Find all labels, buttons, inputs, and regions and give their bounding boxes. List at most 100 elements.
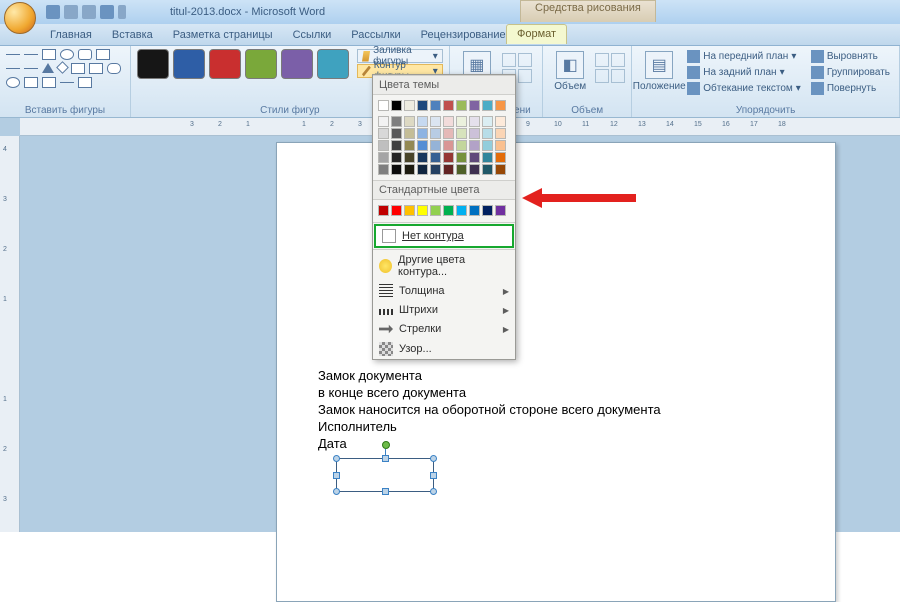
send-to-back-button[interactable]: На задний план ▾ bbox=[684, 65, 804, 80]
resize-handle-ne[interactable] bbox=[430, 455, 437, 462]
shape-star-icon[interactable] bbox=[42, 77, 56, 88]
resize-handle-w[interactable] bbox=[333, 472, 340, 479]
align-button[interactable]: Выровнять bbox=[808, 49, 893, 64]
shape-cloud-icon[interactable] bbox=[107, 63, 121, 74]
more-outline-colors-item[interactable]: Другие цвета контура... bbox=[373, 251, 515, 281]
color-swatch[interactable] bbox=[456, 100, 467, 111]
shadow-nudge-up-icon[interactable] bbox=[502, 53, 516, 67]
bring-to-front-button[interactable]: На передний план ▾ bbox=[684, 49, 804, 64]
shape-diamond-icon[interactable] bbox=[56, 61, 69, 74]
color-swatch[interactable] bbox=[443, 140, 454, 151]
shapes-gallery[interactable] bbox=[6, 49, 124, 88]
color-swatch[interactable] bbox=[378, 164, 389, 175]
color-swatch[interactable] bbox=[391, 152, 402, 163]
3d-tilt-left-icon[interactable] bbox=[595, 69, 609, 83]
color-swatch[interactable] bbox=[469, 100, 480, 111]
color-swatch[interactable] bbox=[430, 116, 441, 127]
color-swatch[interactable] bbox=[391, 128, 402, 139]
color-swatch[interactable] bbox=[482, 205, 493, 216]
color-swatch[interactable] bbox=[417, 116, 428, 127]
color-swatch[interactable] bbox=[378, 128, 389, 139]
weight-item[interactable]: Толщина ▶ bbox=[373, 281, 515, 301]
color-swatch[interactable] bbox=[430, 100, 441, 111]
color-swatch[interactable] bbox=[495, 205, 506, 216]
style-swatch[interactable] bbox=[137, 49, 169, 79]
shape-elbow-icon[interactable] bbox=[24, 68, 38, 69]
color-swatch[interactable] bbox=[430, 205, 441, 216]
color-swatch[interactable] bbox=[417, 152, 428, 163]
3d-tilt-down-icon[interactable] bbox=[611, 53, 625, 67]
resize-handle-sw[interactable] bbox=[333, 488, 340, 495]
color-swatch[interactable] bbox=[378, 140, 389, 151]
shape-rect-icon[interactable] bbox=[42, 49, 56, 60]
redo-icon[interactable] bbox=[82, 5, 96, 19]
tab-format[interactable]: Формат bbox=[506, 24, 567, 44]
color-swatch[interactable] bbox=[482, 164, 493, 175]
color-swatch[interactable] bbox=[430, 140, 441, 151]
vertical-ruler[interactable]: 4321123 bbox=[0, 136, 20, 532]
color-swatch[interactable] bbox=[469, 164, 480, 175]
color-swatch[interactable] bbox=[404, 140, 415, 151]
color-swatch[interactable] bbox=[404, 152, 415, 163]
color-swatch[interactable] bbox=[495, 164, 506, 175]
color-swatch[interactable] bbox=[404, 205, 415, 216]
qat-more-icon[interactable] bbox=[118, 5, 126, 19]
3d-effects-button[interactable]: ◧ Объем bbox=[549, 49, 591, 94]
style-swatch[interactable] bbox=[281, 49, 313, 79]
tab-references[interactable]: Ссылки bbox=[283, 26, 342, 45]
document-text[interactable]: Замок документа в конце всего документа … bbox=[318, 368, 661, 452]
color-swatch[interactable] bbox=[482, 116, 493, 127]
color-swatch[interactable] bbox=[430, 128, 441, 139]
color-swatch[interactable] bbox=[456, 140, 467, 151]
color-swatch[interactable] bbox=[443, 205, 454, 216]
color-swatch[interactable] bbox=[482, 128, 493, 139]
rotation-handle[interactable] bbox=[382, 441, 390, 449]
color-swatch[interactable] bbox=[417, 128, 428, 139]
tab-review[interactable]: Рецензирование bbox=[411, 26, 516, 45]
style-swatch[interactable] bbox=[245, 49, 277, 79]
color-swatch[interactable] bbox=[469, 205, 480, 216]
color-swatch[interactable] bbox=[456, 128, 467, 139]
color-swatch[interactable] bbox=[404, 116, 415, 127]
3d-tilt-up-icon[interactable] bbox=[595, 53, 609, 67]
color-swatch[interactable] bbox=[456, 205, 467, 216]
rotate-button[interactable]: Повернуть bbox=[808, 81, 893, 96]
group-button[interactable]: Группировать bbox=[808, 65, 893, 80]
tab-insert[interactable]: Вставка bbox=[102, 26, 163, 45]
shape-curve-icon[interactable] bbox=[60, 82, 74, 83]
arrows-item[interactable]: Стрелки ▶ bbox=[373, 319, 515, 339]
color-swatch[interactable] bbox=[417, 100, 428, 111]
color-swatch[interactable] bbox=[443, 164, 454, 175]
undo-icon[interactable] bbox=[64, 5, 78, 19]
color-swatch[interactable] bbox=[404, 128, 415, 139]
shape-line-icon[interactable] bbox=[6, 54, 20, 55]
resize-handle-s[interactable] bbox=[382, 488, 389, 495]
color-swatch[interactable] bbox=[469, 152, 480, 163]
color-swatch[interactable] bbox=[417, 164, 428, 175]
color-swatch[interactable] bbox=[469, 128, 480, 139]
color-swatch[interactable] bbox=[391, 116, 402, 127]
shape-hex-icon[interactable] bbox=[89, 63, 103, 74]
color-swatch[interactable] bbox=[391, 205, 402, 216]
shape-more-icon[interactable] bbox=[78, 77, 92, 88]
color-swatch[interactable] bbox=[495, 140, 506, 151]
pattern-item[interactable]: Узор... bbox=[373, 339, 515, 359]
resize-handle-se[interactable] bbox=[430, 488, 437, 495]
color-swatch[interactable] bbox=[443, 116, 454, 127]
color-swatch[interactable] bbox=[391, 164, 402, 175]
shape-arrow-right-icon[interactable] bbox=[71, 63, 85, 74]
color-swatch[interactable] bbox=[417, 205, 428, 216]
shape-styles-gallery[interactable] bbox=[137, 49, 349, 79]
color-swatch[interactable] bbox=[378, 205, 389, 216]
color-swatch[interactable] bbox=[430, 164, 441, 175]
color-swatch[interactable] bbox=[391, 100, 402, 111]
color-swatch[interactable] bbox=[469, 116, 480, 127]
shape-textbox-icon[interactable] bbox=[96, 49, 110, 60]
style-swatch[interactable] bbox=[317, 49, 349, 79]
color-swatch[interactable] bbox=[456, 116, 467, 127]
color-swatch[interactable] bbox=[456, 164, 467, 175]
color-swatch[interactable] bbox=[495, 100, 506, 111]
color-swatch[interactable] bbox=[378, 152, 389, 163]
style-swatch[interactable] bbox=[209, 49, 241, 79]
color-swatch[interactable] bbox=[482, 140, 493, 151]
